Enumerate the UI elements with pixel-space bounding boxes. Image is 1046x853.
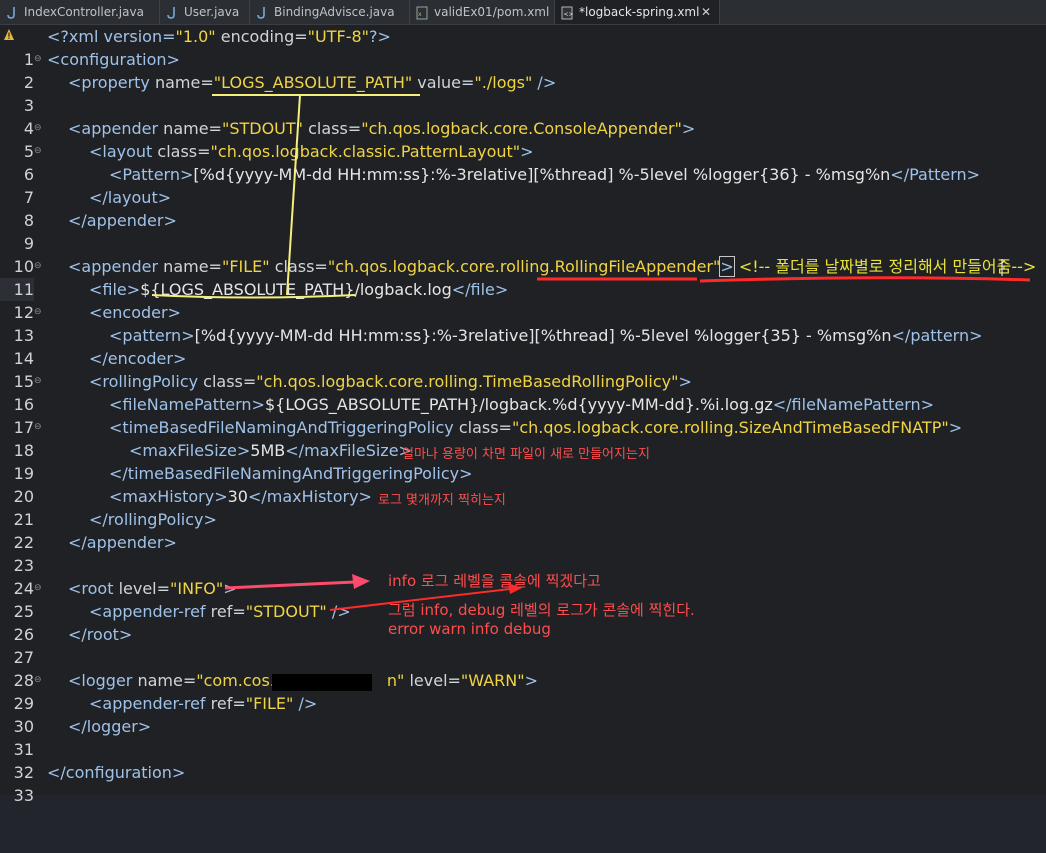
yellow-connector-line [286,94,301,296]
svg-text:x: x [418,11,422,18]
tab-label: BindingAdvisce.java [274,5,395,19]
xml-file-icon: <> [561,6,574,19]
red-arrowhead [352,574,370,589]
code-editor[interactable]: 1 <?xml version="1.0" encoding="UTF-8"?>… [0,25,1046,805]
tab-label: User.java [184,5,240,19]
tab-label: validEx01/pom.xml [434,5,550,19]
java-file-icon [167,6,175,19]
tab-logback-spring-xml[interactable]: <> *logback-spring.xml ✕ [555,0,720,24]
red-arrow [329,588,511,611]
editor-tab-bar: IndexController.java User.java BindingAd… [0,0,1046,25]
yellow-underline [151,294,356,299]
close-tab-icon[interactable]: ✕ [701,0,711,24]
java-file-icon [7,6,15,19]
tab-label: IndexController.java [24,5,144,19]
red-arrow [224,580,356,590]
tab-label: *logback-spring.xml [579,5,700,19]
java-file-icon [257,6,265,19]
red-arrowhead [508,583,522,594]
tab-pom-xml[interactable]: x validEx01/pom.xml [410,0,555,24]
annotation-overlay [151,94,1031,611]
tab-indexcontroller[interactable]: IndexController.java [0,0,160,24]
svg-text:<>: <> [564,11,574,18]
tab-user[interactable]: User.java [160,0,250,24]
xml-file-icon: x [416,6,428,19]
tab-bindingadvisce[interactable]: BindingAdvisce.java [250,0,410,24]
red-underline [699,276,1031,283]
